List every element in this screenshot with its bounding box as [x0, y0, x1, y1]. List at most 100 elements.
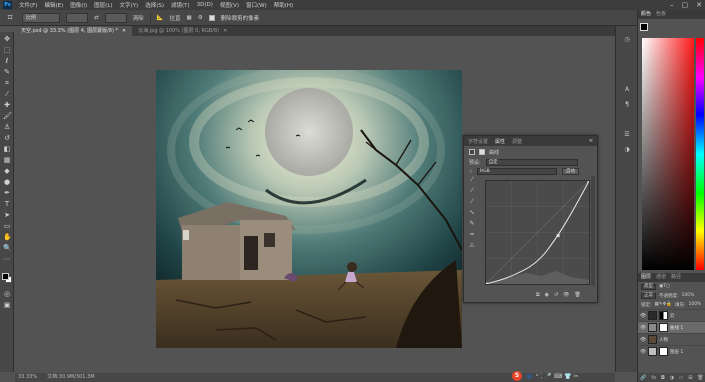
zoom-tool-icon[interactable]: 🔍	[3, 244, 12, 252]
settings-icon[interactable]: ⚙	[198, 15, 203, 21]
eye-icon[interactable]: 👁	[640, 337, 646, 343]
edit-points-icon[interactable]: ∿	[468, 209, 476, 217]
layer-row-selected[interactable]: 👁 曲线 1	[638, 321, 705, 333]
menu-window[interactable]: 窗口(W)	[246, 1, 267, 9]
eye-icon[interactable]: 👁	[640, 349, 646, 355]
menu-view[interactable]: 视图(V)	[220, 1, 239, 9]
type-tool-icon[interactable]: T	[3, 200, 11, 208]
stamp-tool-icon[interactable]: ♙	[3, 123, 11, 131]
opacity-value[interactable]: 100%	[682, 293, 695, 298]
tab-adjustments[interactable]: 调整	[512, 138, 522, 145]
history-brush-icon[interactable]: ↺	[3, 134, 11, 142]
eye-icon[interactable]: 👁	[640, 313, 646, 319]
straighten-icon[interactable]: 📐	[157, 15, 164, 21]
crop-tool-icon[interactable]: ⌗	[3, 79, 11, 87]
gray-point-eyedropper-icon[interactable]: ⁄	[468, 187, 476, 195]
clip-to-layer-icon[interactable]: ⧉	[536, 292, 540, 298]
menu-select[interactable]: 选择(S)	[145, 1, 164, 9]
layer-mask-thumbnail[interactable]	[659, 347, 668, 356]
gradient-tool-icon[interactable]: ▦	[3, 156, 11, 164]
eye-icon[interactable]: 👁	[640, 325, 646, 331]
foreground-color-swatch[interactable]	[2, 273, 9, 280]
brush-tool-icon[interactable]: 🖌	[3, 112, 12, 120]
menu-3d[interactable]: 3D(D)	[197, 2, 213, 8]
visibility-icon[interactable]: 👁	[563, 292, 569, 298]
tab-document[interactable]: 云海.jpg @ 100% (图层 0, RGB/8) ✕	[132, 26, 233, 36]
fx-icon[interactable]: fx	[651, 375, 656, 381]
curve-point-handle[interactable]	[484, 282, 488, 286]
crop-icon[interactable]: ⌗	[4, 12, 16, 24]
move-tool-icon[interactable]: ✥	[3, 35, 11, 43]
character-icon[interactable]: A	[623, 86, 631, 94]
trash-icon[interactable]: 🗑	[697, 375, 703, 381]
menu-file[interactable]: 文件(F)	[19, 1, 37, 9]
shape-tool-icon[interactable]: ▭	[3, 222, 11, 230]
reset-icon[interactable]: ↺	[554, 292, 558, 298]
paragraph-icon[interactable]: ¶	[623, 101, 631, 109]
preset-select[interactable]: 自定	[485, 159, 578, 166]
layer-mask-thumbnail[interactable]	[659, 323, 668, 332]
tab-layers[interactable]: 图层	[641, 273, 651, 282]
color-chips[interactable]	[640, 23, 652, 35]
white-point-eyedropper-icon[interactable]: ⁄	[468, 198, 476, 206]
minimize-button[interactable]: –	[670, 1, 674, 9]
add-mask-icon[interactable]: ◘	[661, 375, 665, 381]
view-previous-icon[interactable]: ◉	[545, 292, 549, 298]
healing-tool-icon[interactable]: ✚	[3, 101, 11, 109]
grid-overlay-icon[interactable]: ▦	[187, 15, 192, 21]
menu-layer[interactable]: 图层(L)	[94, 1, 112, 9]
auto-button[interactable]: 自动	[562, 168, 580, 175]
menu-help[interactable]: 帮助(H)	[274, 1, 293, 9]
close-tab-icon[interactable]: ✕	[122, 28, 126, 34]
new-layer-icon[interactable]: ⊞	[688, 375, 692, 381]
mask-icon[interactable]	[479, 149, 485, 155]
eyedropper-tool-icon[interactable]: ⁄	[3, 90, 11, 98]
channel-select[interactable]: RGB	[477, 168, 558, 175]
delete-icon[interactable]: 🗑	[575, 292, 581, 298]
menu-image[interactable]: 图像(I)	[70, 1, 87, 9]
close-button[interactable]: ✕	[696, 1, 702, 9]
tab-character[interactable]: 字符设置	[468, 138, 488, 145]
layer-row[interactable]: 👁 图层 1	[638, 345, 705, 357]
fill-value[interactable]: 100%	[688, 302, 701, 307]
hue-slider[interactable]	[696, 38, 704, 270]
link-icon[interactable]: 🔗	[640, 375, 646, 381]
tab-paths[interactable]: 路径	[671, 273, 681, 282]
layer-mask-thumbnail[interactable]	[659, 311, 668, 320]
ime-language[interactable]: 中	[526, 372, 532, 381]
menu-filter[interactable]: 滤镜(T)	[171, 1, 190, 9]
eraser-tool-icon[interactable]: ◧	[3, 145, 11, 153]
ratio-width-input[interactable]	[66, 12, 88, 23]
ime-tool-icons[interactable]: ᵒ ,̈ 🎤 ⌨ 👕 ✂	[536, 373, 579, 380]
layer-row[interactable]: 👁 人物	[638, 333, 705, 345]
new-adjustment-icon[interactable]: ◑	[670, 375, 674, 381]
draw-curve-icon[interactable]: ✎	[468, 220, 476, 228]
path-select-tool-icon[interactable]: ➤	[3, 211, 11, 219]
delete-cropped-checkbox[interactable]	[208, 14, 215, 21]
target-adjust-icon[interactable]: ☝	[469, 169, 472, 175]
tab-swatches[interactable]: 色板	[656, 10, 666, 19]
filter-icons[interactable]: ▣T◻	[659, 284, 670, 289]
zoom-readout[interactable]: 33.33%	[18, 373, 37, 382]
fg-chip[interactable]	[640, 23, 648, 31]
lock-icons[interactable]: ▦✎✥🔒	[655, 302, 672, 307]
new-group-icon[interactable]: ▭	[679, 375, 684, 381]
straighten-button[interactable]: 拉直	[169, 14, 180, 22]
more-tools-icon[interactable]: ⋯	[3, 255, 11, 263]
ratio-preset-select[interactable]: 比例	[22, 12, 60, 23]
hand-tool-icon[interactable]: ✋	[3, 233, 12, 241]
pen-tool-icon[interactable]: ✒	[3, 189, 11, 197]
curves-graph[interactable]	[484, 179, 591, 286]
tab-color[interactable]: 颜色	[641, 10, 651, 19]
color-field[interactable]	[642, 38, 694, 270]
smooth-curve-icon[interactable]: ≈	[468, 231, 476, 239]
clear-button[interactable]: 清除	[133, 14, 144, 22]
tab-properties[interactable]: 属性	[495, 138, 505, 145]
layer-row[interactable]: 👁 云	[638, 309, 705, 321]
close-tab-icon[interactable]: ✕	[223, 28, 227, 34]
layer-kind-select[interactable]: 类型	[641, 283, 656, 290]
black-point-eyedropper-icon[interactable]: ⁄	[468, 176, 476, 184]
tab-channels[interactable]: 通道	[656, 273, 666, 282]
menu-type[interactable]: 文字(Y)	[120, 1, 139, 9]
history-icon[interactable]: ◷	[623, 36, 631, 44]
